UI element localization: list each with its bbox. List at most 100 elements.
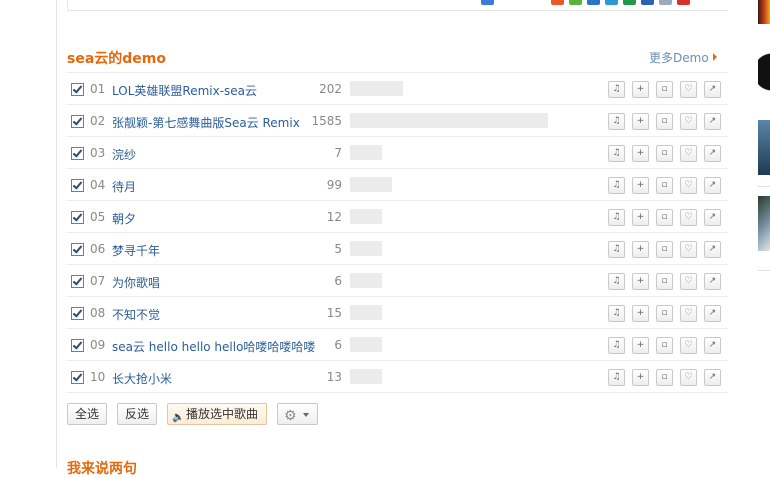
add-icon[interactable]: + (632, 241, 649, 258)
song-checkbox[interactable] (71, 275, 84, 288)
add-icon[interactable]: + (632, 209, 649, 226)
listen-icon[interactable]: ♫ (608, 145, 625, 162)
chevron-right-icon[interactable] (713, 53, 717, 61)
song-title-link[interactable]: 待月 (112, 178, 136, 195)
listen-icon[interactable]: ♫ (608, 369, 625, 386)
download-icon[interactable]: ▫ (656, 369, 673, 386)
share-icon[interactable] (569, 0, 582, 5)
song-title-link[interactable]: 浣纱 (112, 146, 136, 163)
song-title-link[interactable]: LOL英雄联盟Remix-sea云 (112, 82, 257, 99)
song-title-link[interactable]: 梦寻千年 (112, 242, 160, 259)
listen-icon[interactable]: ♫ (608, 305, 625, 322)
like-icon[interactable]: ♡ (680, 305, 697, 322)
add-icon[interactable]: + (632, 305, 649, 322)
song-row[interactable]: 02 张靓颖-第七感舞曲版Sea云 Remix 1585 ♫ + ▫ ♡ ↗ (67, 104, 727, 137)
song-row[interactable]: 09 sea云 hello hello hello哈喽哈喽哈喽 6 ♫ + ▫ ♡ ↗ (67, 328, 727, 361)
share-icon[interactable] (551, 0, 564, 5)
listen-icon[interactable]: ♫ (608, 241, 625, 258)
share-icon[interactable] (605, 0, 618, 5)
listen-icon[interactable]: ♫ (608, 81, 625, 98)
song-checkbox[interactable] (71, 147, 84, 160)
song-checkbox[interactable] (71, 243, 84, 256)
listen-icon[interactable]: ♫ (608, 337, 625, 354)
song-checkbox[interactable] (71, 211, 84, 224)
download-icon[interactable]: ▫ (656, 337, 673, 354)
share-icon[interactable]: ↗ (704, 145, 721, 162)
like-icon[interactable]: ♡ (680, 177, 697, 194)
sidebar-avatar[interactable] (758, 46, 770, 98)
song-checkbox[interactable] (71, 115, 84, 128)
song-checkbox[interactable] (71, 307, 84, 320)
song-checkbox[interactable] (71, 179, 84, 192)
more-demo-link[interactable]: 更多Demo (649, 49, 709, 66)
share-icon[interactable]: ↗ (704, 113, 721, 130)
download-icon[interactable]: ▫ (656, 209, 673, 226)
like-icon[interactable]: ♡ (680, 369, 697, 386)
add-icon[interactable]: + (632, 337, 649, 354)
add-icon[interactable]: + (632, 81, 649, 98)
share-icon[interactable]: ↗ (704, 337, 721, 354)
share-icon[interactable] (659, 0, 672, 5)
download-icon[interactable]: ▫ (656, 145, 673, 162)
song-title-link[interactable]: 不知不觉 (112, 306, 160, 323)
share-icon[interactable] (641, 0, 654, 5)
listen-icon[interactable]: ♫ (608, 209, 625, 226)
add-icon[interactable]: + (632, 369, 649, 386)
like-icon[interactable]: ♡ (680, 337, 697, 354)
song-title-link[interactable]: 朝夕 (112, 210, 136, 227)
listen-icon[interactable]: ♫ (608, 177, 625, 194)
share-icon[interactable]: ↗ (704, 81, 721, 98)
song-row[interactable]: 10 长大抢小米 13 ♫ + ▫ ♡ ↗ (67, 360, 727, 393)
song-number: 04 (90, 178, 106, 192)
add-icon[interactable]: + (632, 113, 649, 130)
download-icon[interactable]: ▫ (656, 273, 673, 290)
share-icon[interactable] (677, 0, 690, 5)
share-icon[interactable] (481, 0, 494, 5)
share-icon[interactable]: ↗ (704, 369, 721, 386)
like-icon[interactable]: ♡ (680, 145, 697, 162)
like-icon[interactable]: ♡ (680, 241, 697, 258)
song-row[interactable]: 01 LOL英雄联盟Remix-sea云 202 ♫ + ▫ ♡ ↗ (67, 72, 727, 105)
like-icon[interactable]: ♡ (680, 113, 697, 130)
song-row[interactable]: 08 不知不觉 15 ♫ + ▫ ♡ ↗ (67, 296, 727, 329)
add-icon[interactable]: + (632, 177, 649, 194)
sidebar-thumbnail[interactable] (758, 120, 770, 175)
listen-icon[interactable]: ♫ (608, 273, 625, 290)
song-title-link[interactable]: 张靓颖-第七感舞曲版Sea云 Remix (112, 114, 300, 131)
share-icon[interactable]: ↗ (704, 177, 721, 194)
song-checkbox[interactable] (71, 83, 84, 96)
share-icon[interactable]: ↗ (704, 209, 721, 226)
share-icon[interactable] (587, 0, 600, 5)
download-icon[interactable]: ▫ (656, 305, 673, 322)
song-row[interactable]: 07 为你歌唱 6 ♫ + ▫ ♡ ↗ (67, 264, 727, 297)
listen-icon[interactable]: ♫ (608, 113, 625, 130)
song-title-link[interactable]: sea云 hello hello hello哈喽哈喽哈喽 (112, 338, 315, 355)
share-icon[interactable]: ↗ (704, 241, 721, 258)
song-title-link[interactable]: 长大抢小米 (112, 370, 172, 387)
download-icon[interactable]: ▫ (656, 113, 673, 130)
download-icon[interactable]: ▫ (656, 177, 673, 194)
song-row[interactable]: 03 浣纱 7 ♫ + ▫ ♡ ↗ (67, 136, 727, 169)
share-icon[interactable]: ↗ (704, 273, 721, 290)
add-icon[interactable]: + (632, 145, 649, 162)
invert-selection-button[interactable]: 反选 (117, 403, 157, 425)
download-icon[interactable]: ▫ (656, 81, 673, 98)
like-icon[interactable]: ♡ (680, 209, 697, 226)
song-row[interactable]: 05 朝夕 12 ♫ + ▫ ♡ ↗ (67, 200, 727, 233)
like-icon[interactable]: ♡ (680, 81, 697, 98)
download-icon[interactable]: ▫ (656, 241, 673, 258)
play-selected-button[interactable]: 🔈 播放选中歌曲 (167, 403, 267, 425)
sidebar-thumbnail[interactable] (758, 0, 770, 24)
share-icon[interactable]: ↗ (704, 305, 721, 322)
song-checkbox[interactable] (71, 339, 84, 352)
song-checkbox[interactable] (71, 371, 84, 384)
like-icon[interactable]: ♡ (680, 273, 697, 290)
sidebar-thumbnail[interactable] (758, 196, 770, 251)
song-row[interactable]: 06 梦寻千年 5 ♫ + ▫ ♡ ↗ (67, 232, 727, 265)
settings-dropdown[interactable]: ⚙ (277, 403, 318, 425)
song-title-link[interactable]: 为你歌唱 (112, 274, 160, 291)
song-row[interactable]: 04 待月 99 ♫ + ▫ ♡ ↗ (67, 168, 727, 201)
select-all-button[interactable]: 全选 (67, 403, 107, 425)
add-icon[interactable]: + (632, 273, 649, 290)
share-icon[interactable] (623, 0, 636, 5)
